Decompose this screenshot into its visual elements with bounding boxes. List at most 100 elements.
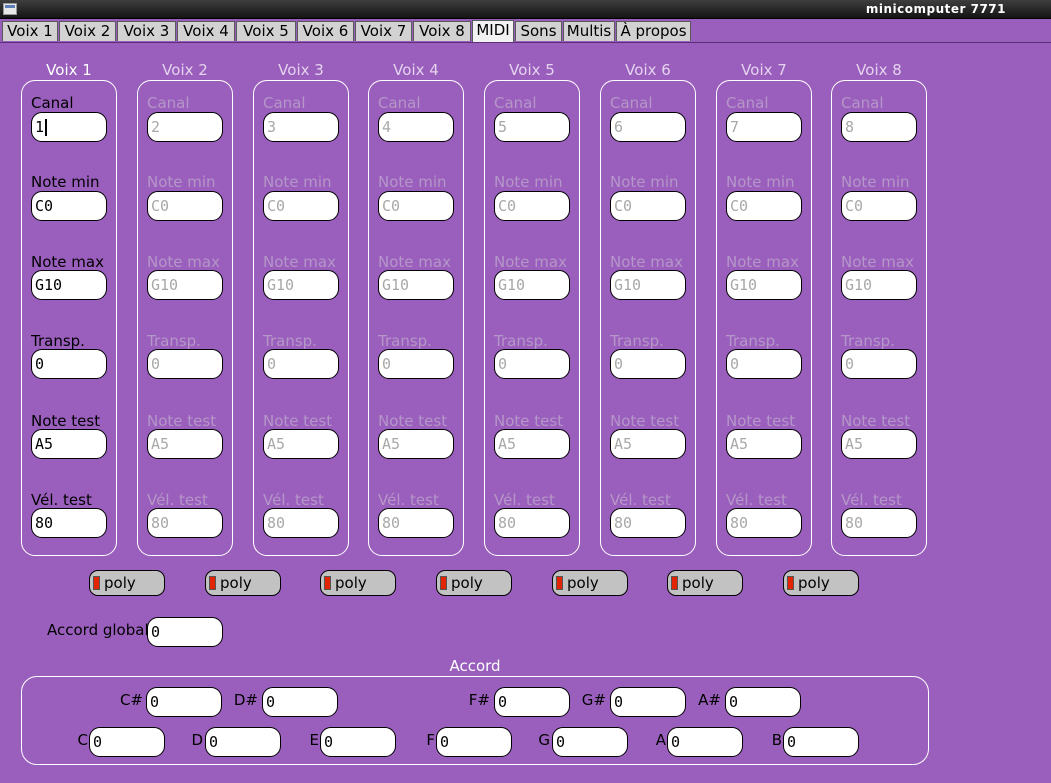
field-value: 0 bbox=[730, 355, 740, 373]
field-input-note-min[interactable]: C0 bbox=[263, 191, 339, 221]
field-input-note-max[interactable]: G10 bbox=[31, 270, 107, 300]
chord-note-input[interactable]: 0 bbox=[610, 687, 686, 717]
poly-toggle-button[interactable]: poly bbox=[320, 570, 396, 596]
field-input-canal[interactable]: 4 bbox=[378, 112, 454, 142]
field-input-note-min[interactable]: C0 bbox=[147, 191, 223, 221]
field-input-note-max[interactable]: G10 bbox=[726, 270, 802, 300]
field-input-vel-test[interactable]: 80 bbox=[31, 508, 107, 538]
chord-note-input[interactable]: 0 bbox=[667, 727, 743, 757]
field-input-note-min[interactable]: C0 bbox=[378, 191, 454, 221]
field-label-vel-test: Vél. test bbox=[841, 491, 902, 509]
global-chord-input[interactable]: 0 bbox=[147, 617, 223, 647]
field-input-canal[interactable]: 1 bbox=[31, 112, 107, 142]
tab-voix-5[interactable]: Voix 5 bbox=[236, 21, 296, 41]
field-input-note-min[interactable]: C0 bbox=[494, 191, 570, 221]
tab-voix-6[interactable]: Voix 6 bbox=[297, 21, 354, 41]
field-input-note-test[interactable]: A5 bbox=[147, 429, 223, 459]
field-input-note-test[interactable]: A5 bbox=[494, 429, 570, 459]
field-value: A5 bbox=[498, 435, 517, 453]
field-input-note-max[interactable]: G10 bbox=[147, 270, 223, 300]
voice-column-title: Voix 1 bbox=[46, 61, 92, 79]
chord-note-input[interactable]: 0 bbox=[436, 727, 512, 757]
text-caret bbox=[45, 119, 48, 136]
tab-bar: Voix 1 Voix 2 Voix 3 Voix 4 Voix 5 Voix 6 Voix… bbox=[0, 20, 1051, 42]
field-input-note-max[interactable]: G10 bbox=[841, 270, 917, 300]
chord-note-input[interactable]: 0 bbox=[205, 727, 281, 757]
field-label-canal: Canal bbox=[726, 94, 769, 112]
field-input-transp[interactable]: 0 bbox=[263, 349, 339, 379]
field-input-canal[interactable]: 6 bbox=[610, 112, 686, 142]
tab-a-propos[interactable]: À propos bbox=[616, 21, 691, 41]
chord-note-label: A bbox=[655, 731, 666, 749]
field-input-note-test[interactable]: A5 bbox=[378, 429, 454, 459]
tab-voix-8[interactable]: Voix 8 bbox=[413, 21, 471, 41]
field-input-canal[interactable]: 8 bbox=[841, 112, 917, 142]
field-input-note-max[interactable]: G10 bbox=[610, 270, 686, 300]
chord-note-input[interactable]: 0 bbox=[146, 687, 222, 717]
field-input-transp[interactable]: 0 bbox=[31, 349, 107, 379]
field-input-transp[interactable]: 0 bbox=[726, 349, 802, 379]
tab-midi[interactable]: MIDI bbox=[472, 20, 514, 42]
field-input-note-min[interactable]: C0 bbox=[841, 191, 917, 221]
field-value: A5 bbox=[35, 435, 54, 453]
field-input-transp[interactable]: 0 bbox=[610, 349, 686, 379]
tab-voix-2[interactable]: Voix 2 bbox=[59, 21, 116, 41]
tab-sons[interactable]: Sons bbox=[515, 21, 562, 41]
chord-note-input[interactable]: 0 bbox=[552, 727, 628, 757]
field-input-vel-test[interactable]: 80 bbox=[147, 508, 223, 538]
field-value: 0 bbox=[382, 355, 392, 373]
field-input-canal[interactable]: 3 bbox=[263, 112, 339, 142]
field-input-vel-test[interactable]: 80 bbox=[378, 508, 454, 538]
chord-note-input[interactable]: 0 bbox=[494, 687, 570, 717]
field-input-note-test[interactable]: A5 bbox=[841, 429, 917, 459]
field-label-transp: Transp. bbox=[378, 332, 432, 350]
field-input-vel-test[interactable]: 80 bbox=[726, 508, 802, 538]
poly-toggle-button[interactable]: poly bbox=[783, 570, 859, 596]
led-indicator-icon bbox=[787, 576, 794, 590]
field-input-note-max[interactable]: G10 bbox=[378, 270, 454, 300]
window-menu-icon[interactable] bbox=[3, 3, 17, 15]
field-label-note-max: Note max bbox=[378, 253, 451, 271]
field-input-transp[interactable]: 0 bbox=[841, 349, 917, 379]
chord-note-input[interactable]: 0 bbox=[320, 727, 396, 757]
chord-note-input[interactable]: 0 bbox=[262, 687, 338, 717]
field-input-vel-test[interactable]: 80 bbox=[494, 508, 570, 538]
tab-voix-7[interactable]: Voix 7 bbox=[355, 21, 412, 41]
field-input-note-max[interactable]: G10 bbox=[263, 270, 339, 300]
tab-voix-1[interactable]: Voix 1 bbox=[2, 21, 58, 41]
field-input-vel-test[interactable]: 80 bbox=[841, 508, 917, 538]
field-label-note-max: Note max bbox=[841, 253, 914, 271]
chord-note-input[interactable]: 0 bbox=[783, 727, 859, 757]
poly-toggle-button[interactable]: poly bbox=[667, 570, 743, 596]
field-input-canal[interactable]: 7 bbox=[726, 112, 802, 142]
field-input-transp[interactable]: 0 bbox=[378, 349, 454, 379]
field-input-note-min[interactable]: C0 bbox=[726, 191, 802, 221]
led-indicator-icon bbox=[209, 576, 216, 590]
field-label-note-min: Note min bbox=[726, 173, 795, 191]
chord-note-input[interactable]: 0 bbox=[89, 727, 165, 757]
field-input-note-test[interactable]: A5 bbox=[726, 429, 802, 459]
chord-note-input[interactable]: 0 bbox=[725, 687, 801, 717]
tab-voix-4[interactable]: Voix 4 bbox=[177, 21, 235, 41]
field-input-vel-test[interactable]: 80 bbox=[263, 508, 339, 538]
field-input-canal[interactable]: 2 bbox=[147, 112, 223, 142]
field-input-canal[interactable]: 5 bbox=[494, 112, 570, 142]
field-input-note-test[interactable]: A5 bbox=[263, 429, 339, 459]
poly-toggle-button[interactable]: poly bbox=[552, 570, 628, 596]
poly-toggle-button[interactable]: poly bbox=[205, 570, 281, 596]
poly-toggle-button[interactable]: poly bbox=[436, 570, 512, 596]
poly-toggle-button[interactable]: poly bbox=[89, 570, 165, 596]
field-input-note-test[interactable]: A5 bbox=[31, 429, 107, 459]
tab-voix-3[interactable]: Voix 3 bbox=[117, 21, 176, 41]
field-input-note-min[interactable]: C0 bbox=[610, 191, 686, 221]
field-value: 0 bbox=[267, 355, 277, 373]
field-input-transp[interactable]: 0 bbox=[147, 349, 223, 379]
field-label-note-min: Note min bbox=[610, 173, 679, 191]
field-input-note-max[interactable]: G10 bbox=[494, 270, 570, 300]
tab-multis[interactable]: Multis bbox=[563, 21, 615, 41]
field-input-note-test[interactable]: A5 bbox=[610, 429, 686, 459]
window-titlebar[interactable]: minicomputer 7771 bbox=[0, 0, 1051, 19]
field-input-note-min[interactable]: C0 bbox=[31, 191, 107, 221]
field-input-vel-test[interactable]: 80 bbox=[610, 508, 686, 538]
field-input-transp[interactable]: 0 bbox=[494, 349, 570, 379]
